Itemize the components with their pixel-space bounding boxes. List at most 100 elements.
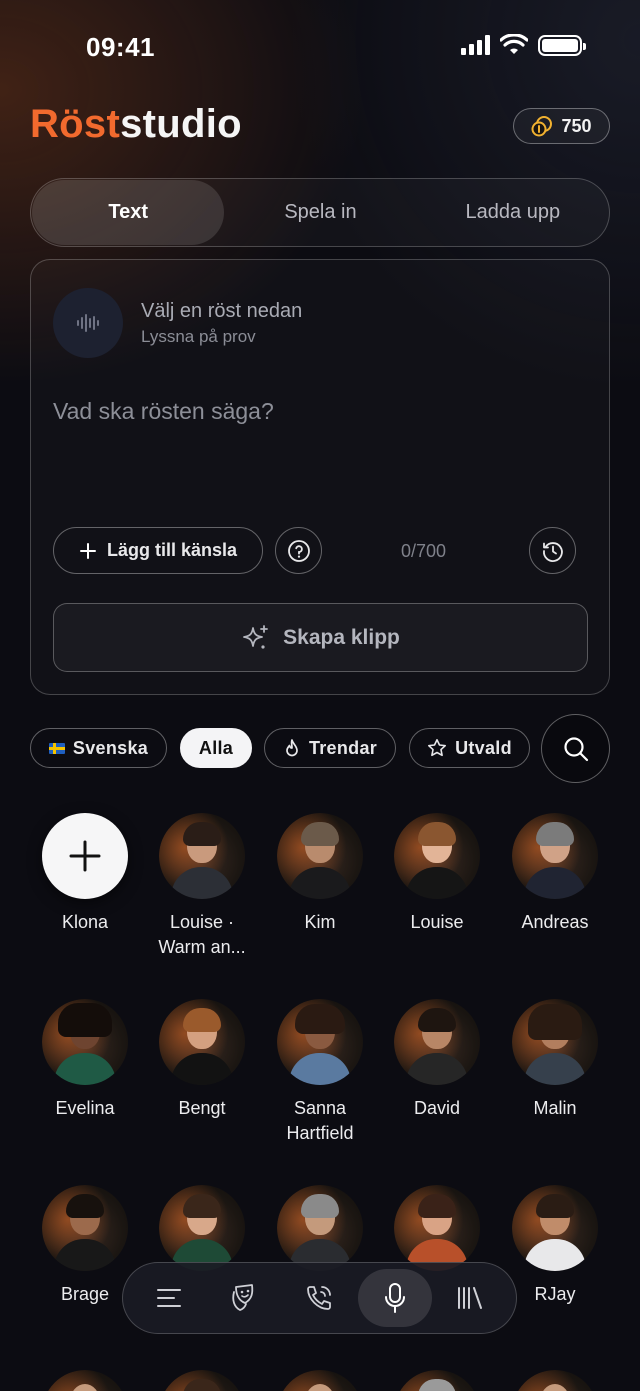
composer-card: Välj en röst nedan Lyssna på prov Vad sk… xyxy=(30,259,610,695)
voice-item[interactable] xyxy=(143,1370,261,1391)
voice-title[interactable]: Välj en röst nedan xyxy=(141,300,302,323)
nav-voice[interactable] xyxy=(357,1269,432,1327)
filter-alla[interactable]: Alla xyxy=(180,728,252,768)
voice-item-bengt[interactable]: Bengt xyxy=(143,999,261,1121)
voice-subtitle[interactable]: Lyssna på prov xyxy=(141,327,256,347)
voice-item[interactable] xyxy=(378,1185,496,1271)
credits-count: 750 xyxy=(561,115,592,136)
tab-text[interactable]: Text xyxy=(32,180,225,245)
sparkles-icon xyxy=(243,624,269,649)
help-button[interactable] xyxy=(275,527,322,574)
voice-name: Klona xyxy=(61,912,109,932)
bottom-navigation xyxy=(122,1262,517,1334)
voice-item-evelina[interactable]: Evelina xyxy=(26,999,144,1121)
avatar xyxy=(42,1185,128,1271)
avatar xyxy=(512,1185,598,1271)
plus-icon xyxy=(79,542,96,559)
avatar xyxy=(159,1185,245,1271)
list-icon xyxy=(156,1289,181,1307)
voice-item-malin[interactable]: Malin xyxy=(496,999,614,1121)
voice-item[interactable] xyxy=(261,1370,379,1391)
filter-utvald-label: Utvald xyxy=(455,737,512,758)
avatar xyxy=(394,1185,480,1271)
filter-alla-label: Alla xyxy=(198,737,234,758)
voice-item-louise-warm[interactable]: Louise · Warm an... xyxy=(143,813,261,960)
voice-item-david[interactable]: David xyxy=(378,999,496,1121)
cellular-signal-icon xyxy=(461,35,490,55)
phone-call-icon xyxy=(307,1286,332,1310)
nav-emotions[interactable] xyxy=(207,1269,281,1327)
avatar xyxy=(42,1370,128,1391)
swedish-flag-icon xyxy=(48,742,65,754)
add-emotion-button[interactable]: Lägg till känsla xyxy=(53,527,263,574)
text-input[interactable]: Vad ska rösten säga? xyxy=(53,398,274,425)
nav-library[interactable] xyxy=(433,1269,507,1327)
library-icon xyxy=(458,1287,483,1309)
clone-voice-button[interactable] xyxy=(42,813,128,899)
avatar xyxy=(159,813,245,899)
voice-name: Kim xyxy=(304,912,336,932)
battery-icon xyxy=(538,34,586,56)
filter-svenska-label: Svenska xyxy=(72,737,149,758)
avatar xyxy=(159,1370,245,1391)
logo-part-rost: Röst xyxy=(30,102,121,146)
avatar xyxy=(277,1370,363,1391)
coins-icon xyxy=(531,116,553,137)
tab-spela-in[interactable]: Spela in xyxy=(224,180,416,245)
voice-name: Louise xyxy=(410,912,464,932)
voice-name-line2: Warm an... xyxy=(158,937,246,957)
status-icons xyxy=(461,34,586,56)
voice-item-klona[interactable]: Klona xyxy=(26,813,144,935)
logo-part-studio: studio xyxy=(120,102,242,146)
voice-item-andreas[interactable]: Andreas xyxy=(496,813,614,935)
avatar xyxy=(394,1370,480,1391)
voice-name: Andreas xyxy=(521,912,589,932)
status-time: 09:41 xyxy=(86,32,155,62)
nav-calls[interactable] xyxy=(282,1269,356,1327)
history-icon xyxy=(542,541,563,562)
voice-name: David xyxy=(413,1098,461,1118)
app-logo: Röststudio xyxy=(30,102,242,147)
voice-name-line1: Louise · xyxy=(169,912,235,932)
avatar xyxy=(512,813,598,899)
voice-name: Malin xyxy=(533,1098,577,1118)
voice-item[interactable] xyxy=(143,1185,261,1271)
history-button[interactable] xyxy=(529,527,576,574)
voice-name-line1: Sanna xyxy=(293,1098,347,1118)
voice-item-louise[interactable]: Louise xyxy=(378,813,496,935)
filter-utvald[interactable]: Utvald xyxy=(409,728,530,768)
filter-trendar[interactable]: Trendar xyxy=(264,728,396,768)
nav-list[interactable] xyxy=(132,1269,206,1327)
star-icon xyxy=(428,739,447,757)
voice-item[interactable] xyxy=(378,1370,496,1391)
voice-item-sanna-hartfield[interactable]: Sanna Hartfield xyxy=(261,999,379,1146)
avatar xyxy=(42,999,128,1085)
create-clip-label: Skapa klipp xyxy=(283,625,400,649)
voice-name: Sanna Hartfield xyxy=(261,1096,379,1146)
avatar xyxy=(394,999,480,1085)
credits-badge[interactable]: 750 xyxy=(513,108,610,144)
avatar xyxy=(512,999,598,1085)
search-icon xyxy=(563,736,588,761)
add-emotion-label: Lägg till känsla xyxy=(106,540,238,560)
create-clip-button[interactable]: Skapa klipp xyxy=(53,603,588,672)
tab-ladda-upp[interactable]: Ladda upp xyxy=(417,180,609,245)
voice-item[interactable] xyxy=(496,1370,614,1391)
voice-item-kim[interactable]: Kim xyxy=(261,813,379,935)
microphone-icon xyxy=(384,1283,405,1313)
voice-name-line2: Hartfield xyxy=(286,1123,354,1143)
flame-icon xyxy=(286,739,298,757)
waveform-icon xyxy=(77,314,99,332)
status-bar: 09:41 xyxy=(0,0,640,96)
selected-voice-avatar[interactable] xyxy=(53,288,123,358)
avatar xyxy=(512,1370,598,1391)
voice-item[interactable] xyxy=(261,1185,379,1271)
search-button[interactable] xyxy=(541,714,610,783)
voice-item[interactable] xyxy=(26,1370,144,1391)
avatar xyxy=(277,999,363,1085)
avatar xyxy=(159,999,245,1085)
question-circle-icon xyxy=(287,539,310,562)
filter-svenska[interactable]: Svenska xyxy=(30,728,167,768)
voice-name: Bengt xyxy=(178,1098,226,1118)
char-counter: 0/700 xyxy=(401,541,447,561)
